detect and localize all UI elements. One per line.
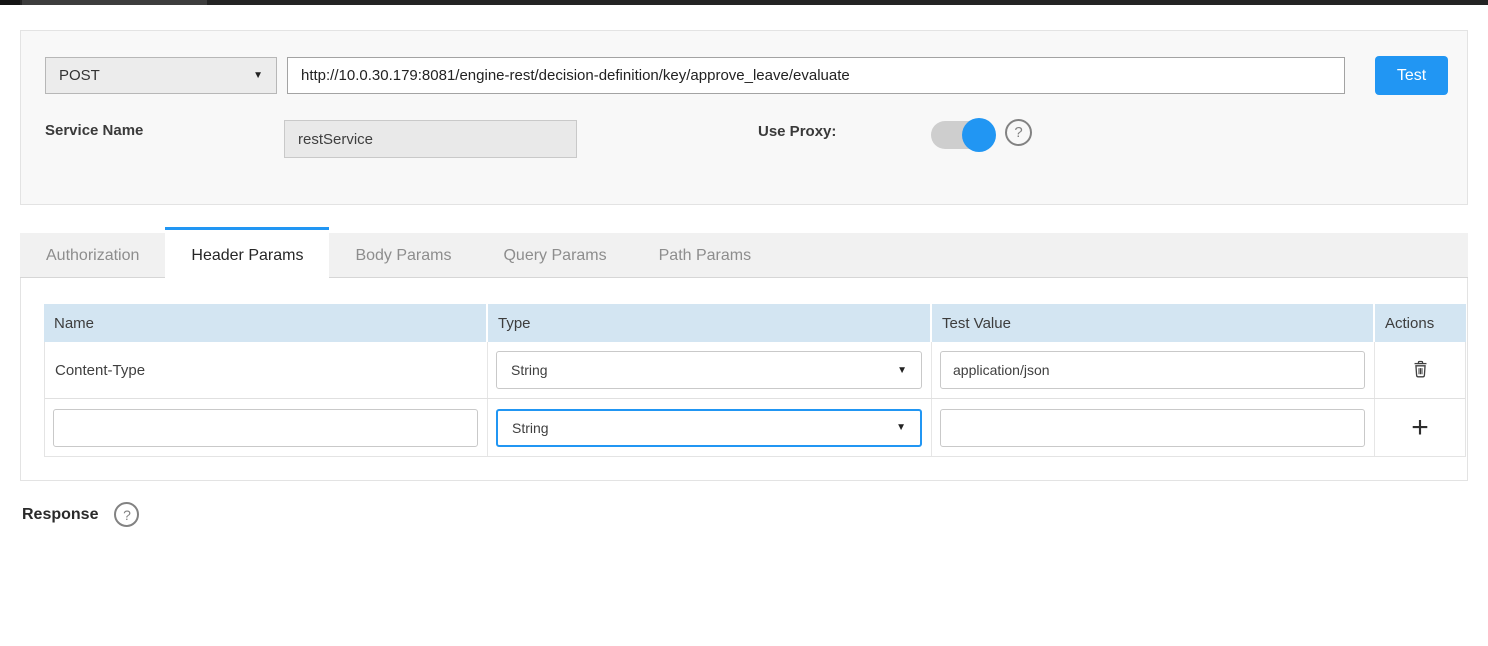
test-button[interactable]: Test — [1375, 56, 1448, 95]
request-config-panel: POST ▼ Test Service Name Use Proxy: ? — [20, 30, 1468, 205]
chevron-down-icon: ▼ — [897, 365, 907, 376]
table-row: String ▼ + — [45, 399, 1465, 456]
param-actions-cell — [1375, 342, 1465, 398]
rest-service-test-page: POST ▼ Test Service Name Use Proxy: ? Au… — [0, 0, 1488, 646]
column-header-name: Name — [44, 304, 488, 342]
column-header-test-value: Test Value — [932, 304, 1375, 342]
param-type-value: String — [511, 362, 548, 378]
chevron-down-icon: ▼ — [253, 70, 263, 81]
table-body: Content-Type String ▼ — [44, 342, 1466, 457]
param-test-value-cell — [932, 342, 1375, 398]
param-test-value-cell — [932, 399, 1375, 456]
use-proxy-label: Use Proxy: — [758, 123, 836, 140]
response-section-header: Response ? — [22, 502, 139, 527]
delete-row-button[interactable] — [1410, 357, 1431, 383]
chevron-down-icon: ▼ — [896, 422, 906, 433]
param-type-select[interactable]: String ▼ — [496, 351, 922, 389]
new-param-type-select[interactable]: String ▼ — [496, 409, 922, 447]
plus-icon: + — [1411, 413, 1429, 443]
table-row: Content-Type String ▼ — [45, 342, 1465, 399]
param-type-cell: String ▼ — [488, 342, 932, 398]
response-help-icon[interactable]: ? — [114, 502, 139, 527]
param-type-value: String — [512, 420, 549, 436]
window-top-bar — [0, 0, 1488, 5]
header-params-panel: Name Type Test Value Actions Content-Typ… — [20, 278, 1468, 481]
param-tabs: Authorization Header Params Body Params … — [20, 233, 1468, 278]
param-name-text: Content-Type — [45, 342, 488, 398]
new-param-test-value-input[interactable] — [940, 409, 1365, 447]
response-title: Response — [22, 506, 98, 524]
tab-body-params[interactable]: Body Params — [329, 233, 477, 278]
tab-header-params[interactable]: Header Params — [165, 227, 329, 282]
param-type-cell: String ▼ — [488, 399, 932, 456]
table-header-row: Name Type Test Value Actions — [44, 304, 1466, 342]
http-method-value: POST — [59, 67, 100, 84]
top-bar-notch — [0, 0, 20, 5]
tab-authorization[interactable]: Authorization — [20, 233, 165, 278]
request-url-input[interactable] — [287, 57, 1345, 94]
add-row-button[interactable]: + — [1411, 413, 1429, 443]
param-actions-cell: + — [1375, 399, 1465, 456]
header-params-table: Name Type Test Value Actions Content-Typ… — [44, 304, 1466, 457]
param-name-cell — [45, 399, 488, 456]
new-param-name-input[interactable] — [53, 409, 478, 447]
tab-query-params[interactable]: Query Params — [477, 233, 632, 278]
param-test-value-input[interactable] — [940, 351, 1365, 389]
top-bar-tab-sliver — [22, 0, 207, 5]
use-proxy-help-icon[interactable]: ? — [1005, 119, 1032, 146]
column-header-actions: Actions — [1375, 304, 1466, 342]
use-proxy-toggle[interactable] — [931, 121, 993, 149]
service-name-input[interactable] — [284, 120, 577, 158]
http-method-select[interactable]: POST ▼ — [45, 57, 277, 94]
trash-icon — [1410, 357, 1431, 383]
tab-path-params[interactable]: Path Params — [633, 233, 777, 278]
toggle-knob — [962, 118, 996, 152]
column-header-type: Type — [488, 304, 932, 342]
service-name-label: Service Name — [45, 122, 143, 139]
